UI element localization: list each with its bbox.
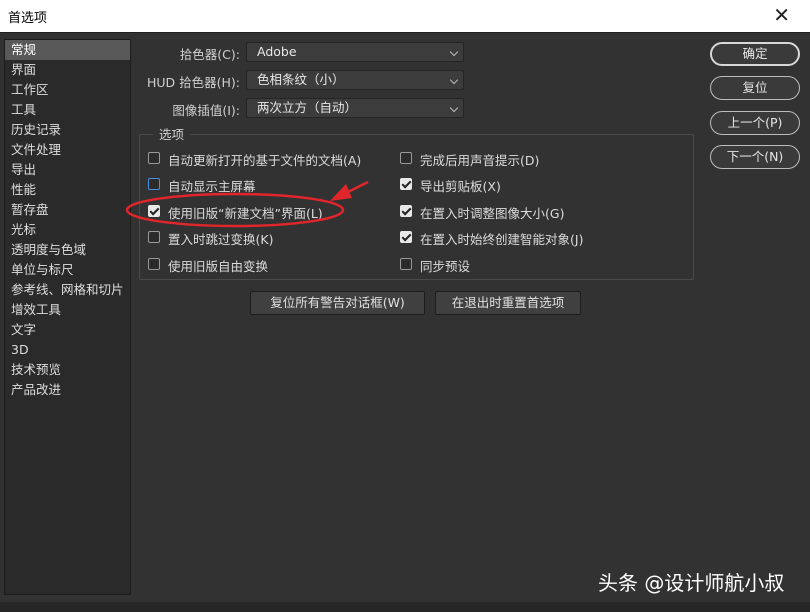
reset-on-quit-button[interactable]: 在退出时重置首选项 bbox=[435, 291, 581, 315]
checkbox-legacy-free-transform[interactable] bbox=[148, 258, 160, 270]
checkbox-resize-on-place[interactable] bbox=[400, 205, 412, 217]
interpolation-label: 图像插值(I): bbox=[172, 103, 240, 118]
chevron-down-icon bbox=[449, 47, 459, 57]
title-bar: 首选项 ✕ bbox=[0, 0, 810, 32]
chevron-down-icon bbox=[449, 75, 459, 85]
checkbox-skip-transform[interactable] bbox=[148, 231, 160, 243]
window-title: 首选项 bbox=[8, 11, 48, 26]
sidebar-item-cursors[interactable]: 光标 bbox=[5, 220, 130, 240]
checkbox-beep-when-done[interactable] bbox=[400, 152, 412, 164]
sidebar-item-3d[interactable]: 3D bbox=[5, 340, 130, 360]
sidebar-item-scratch-disks[interactable]: 暂存盘 bbox=[5, 200, 130, 220]
checkbox-export-clipboard[interactable] bbox=[400, 178, 412, 190]
sidebar-item-file-handling[interactable]: 文件处理 bbox=[5, 140, 130, 160]
checkbox-label[interactable]: 置入时跳过变换(K) bbox=[168, 229, 273, 248]
category-list[interactable]: 常规 界面 工作区 工具 历史记录 文件处理 导出 性能 暂存盘 光标 透明度与… bbox=[4, 39, 131, 595]
checkbox-legacy-new-doc[interactable] bbox=[148, 205, 160, 217]
sidebar-item-interface[interactable]: 界面 bbox=[5, 60, 130, 80]
checkbox-sync-presets[interactable] bbox=[400, 258, 412, 270]
sidebar-item-tech-preview[interactable]: 技术预览 bbox=[5, 360, 130, 380]
hud-picker-value: 色相条纹（小） bbox=[257, 72, 345, 87]
watermark: 头条 @设计师航小叔 bbox=[598, 571, 785, 595]
next-button[interactable]: 下一个(N) bbox=[710, 145, 800, 169]
divider bbox=[0, 32, 810, 33]
color-picker-select[interactable]: Adobe bbox=[246, 42, 464, 62]
checkbox-auto-update-docs[interactable] bbox=[148, 152, 160, 164]
sidebar-item-type[interactable]: 文字 bbox=[5, 320, 130, 340]
checkbox-label[interactable]: 在置入时始终创建智能对象(J) bbox=[420, 229, 583, 248]
checkbox-label[interactable]: 自动显示主屏幕 bbox=[168, 176, 256, 195]
interpolation-select[interactable]: 两次立方（自动） bbox=[246, 98, 464, 118]
bottom-bar bbox=[0, 602, 810, 612]
ok-button[interactable]: 确定 bbox=[710, 42, 800, 66]
sidebar-item-tools[interactable]: 工具 bbox=[5, 100, 130, 120]
hud-picker-select[interactable]: 色相条纹（小） bbox=[246, 70, 464, 90]
color-picker-label: 拾色器(C): bbox=[179, 47, 240, 62]
checkbox-label[interactable]: 同步预设 bbox=[420, 256, 470, 275]
sidebar-item-export[interactable]: 导出 bbox=[5, 160, 130, 180]
sidebar-item-workspace[interactable]: 工作区 bbox=[5, 80, 130, 100]
previous-button[interactable]: 上一个(P) bbox=[710, 111, 800, 135]
checkbox-smart-objects[interactable] bbox=[400, 231, 412, 243]
sidebar-item-units-rulers[interactable]: 单位与标尺 bbox=[5, 260, 130, 280]
checkbox-label[interactable]: 导出剪贴板(X) bbox=[420, 176, 501, 195]
interpolation-value: 两次立方（自动） bbox=[257, 100, 358, 115]
reset-button[interactable]: 复位 bbox=[710, 76, 800, 100]
close-icon[interactable]: ✕ bbox=[773, 3, 790, 27]
reset-all-warnings-button[interactable]: 复位所有警告对话框(W) bbox=[250, 291, 425, 315]
options-group-title: 选项 bbox=[153, 124, 191, 143]
checkbox-auto-show-home[interactable] bbox=[148, 178, 160, 190]
checkbox-label[interactable]: 完成后用声音提示(D) bbox=[420, 150, 539, 169]
color-picker-value: Adobe bbox=[257, 44, 297, 59]
sidebar-item-product-improvement[interactable]: 产品改进 bbox=[5, 380, 130, 400]
sidebar-item-plugins[interactable]: 增效工具 bbox=[5, 300, 130, 320]
hud-picker-label: HUD 拾色器(H): bbox=[146, 75, 240, 90]
sidebar-item-general[interactable]: 常规 bbox=[5, 40, 130, 60]
checkbox-label[interactable]: 自动更新打开的基于文件的文档(A) bbox=[168, 150, 361, 169]
checkbox-label[interactable]: 在置入时调整图像大小(G) bbox=[420, 203, 564, 222]
checkbox-label[interactable]: 使用旧版自由变换 bbox=[168, 256, 268, 275]
sidebar-item-history[interactable]: 历史记录 bbox=[5, 120, 130, 140]
sidebar-item-transparency[interactable]: 透明度与色域 bbox=[5, 240, 130, 260]
sidebar-item-guides-grid[interactable]: 参考线、网格和切片 bbox=[5, 280, 130, 300]
sidebar-item-performance[interactable]: 性能 bbox=[5, 180, 130, 200]
chevron-down-icon bbox=[449, 103, 459, 113]
checkbox-label[interactable]: 使用旧版“新建文档”界面(L) bbox=[168, 203, 323, 222]
